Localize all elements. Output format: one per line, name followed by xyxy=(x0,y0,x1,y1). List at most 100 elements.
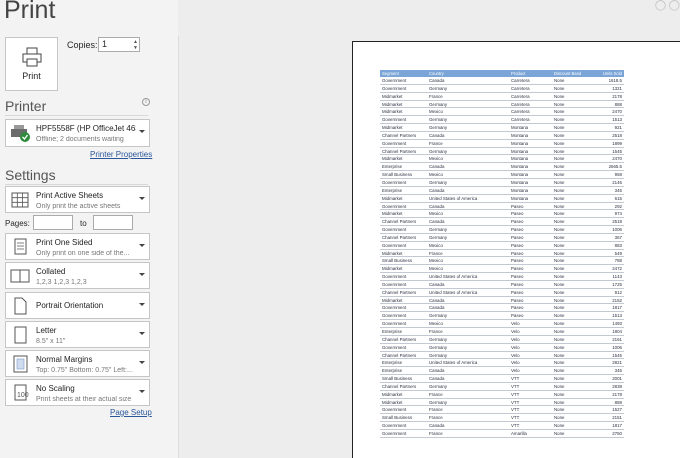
cell-product: Paseo xyxy=(511,219,524,225)
collation-dropdown[interactable]: Collated 1,2,3 1,2,3 1,2,3 xyxy=(5,262,150,289)
pages-to-input[interactable] xyxy=(93,215,133,230)
page-setup-link[interactable]: Page Setup xyxy=(110,408,152,417)
print-button[interactable]: Print xyxy=(5,37,58,91)
info-icon[interactable]: i xyxy=(142,98,150,106)
cell-product: Velo xyxy=(511,321,520,327)
copies-spinner-icon[interactable]: ▲ ▼ xyxy=(133,39,138,51)
window-controls-icon[interactable]: ◯ ◯ xyxy=(655,0,680,11)
table-row: Midmarket France VTT None 2178 xyxy=(380,391,624,399)
cell-country: France xyxy=(429,140,443,146)
cell-segment: Government xyxy=(382,313,407,319)
one-sided-page-icon xyxy=(9,237,31,257)
cell-discount-band: None xyxy=(554,281,565,287)
cell-segment: Midmarket xyxy=(382,266,403,272)
cell-country: Mexico xyxy=(429,321,443,327)
cell-country: Mexico xyxy=(429,109,443,115)
cell-segment: Midmarket xyxy=(382,391,403,397)
orientation-dropdown[interactable]: Portrait Orientation xyxy=(5,292,150,319)
cell-product: Carretera xyxy=(511,117,530,123)
table-row: Government Canada Paseo None 1817 xyxy=(380,304,624,313)
header-country: Country xyxy=(429,71,444,76)
cell-country: Canada xyxy=(429,203,445,209)
cell-discount-band: None xyxy=(554,203,565,209)
cell-discount-band: None xyxy=(554,179,565,185)
cell-segment: Channel Partners xyxy=(382,219,417,225)
chevron-down-icon xyxy=(139,332,145,335)
cell-product: Paseo xyxy=(511,258,524,264)
cell-product: Velo xyxy=(511,329,520,334)
header-product: Product xyxy=(511,71,526,76)
cell-units-sold: 1545 xyxy=(612,148,622,154)
cell-discount-band: None xyxy=(554,383,565,389)
printer-dropdown[interactable]: HPF5558F (HP OfficeJet 463... Offline; 2… xyxy=(5,119,150,147)
cell-segment: Government xyxy=(382,423,407,429)
cell-units-sold: 1817 xyxy=(612,423,622,429)
cell-units-sold: 2518 xyxy=(612,219,622,225)
cell-product: Montana xyxy=(511,156,529,162)
cell-units-sold: 292 xyxy=(614,203,622,209)
cell-country: Mexico xyxy=(429,242,443,248)
print-button-label: Print xyxy=(22,71,41,81)
pages-from-input[interactable] xyxy=(33,215,73,230)
cell-units-sold: 1143 xyxy=(612,274,622,280)
cell-segment: Channel Partners xyxy=(382,148,417,154)
cell-segment: Channel Partners xyxy=(382,234,417,240)
table-row: Government France VTT None 1527 xyxy=(380,406,624,415)
table-row: Midmarket Mexico Paseo None 974 xyxy=(380,210,624,219)
table-row: Government Canada Paseo None 1725 xyxy=(380,281,624,289)
cell-discount-band: None xyxy=(554,368,565,374)
cell-discount-band: None xyxy=(554,423,565,429)
cell-product: Carretera xyxy=(511,101,530,107)
table-row: Midmarket Germany Carretera None 888 xyxy=(380,101,624,109)
paper-size-dropdown[interactable]: Letter 8.5" x 11" xyxy=(5,321,150,348)
setting-subtitle-print-what: Only print the active sheets xyxy=(36,203,121,210)
cell-country: Canada xyxy=(429,164,445,170)
pages-to-label: to xyxy=(80,219,87,228)
table-row: Channel Partners Germany Paseo None 367 xyxy=(380,234,624,242)
setting-title-sides: Print One Sided xyxy=(36,238,93,247)
cell-country: Germany xyxy=(429,336,448,342)
copies-label: Copies: xyxy=(67,40,98,50)
setting-title-margins: Normal Margins xyxy=(36,355,93,364)
cell-units-sold: 788 xyxy=(614,258,622,264)
scaling-dropdown[interactable]: 100 No Scaling Print sheets at their act… xyxy=(5,379,150,406)
cell-segment: Small Business xyxy=(382,376,413,382)
cell-country: Canada xyxy=(429,376,445,382)
table-row: Midmarket France Carretera None 2178 xyxy=(380,93,624,101)
cell-product: Paseo xyxy=(511,242,524,248)
cell-country: France xyxy=(429,430,443,436)
table-row: Channel Partners Germany Velo None 2161 xyxy=(380,336,624,344)
cell-product: Montana xyxy=(511,172,529,178)
chevron-down-icon xyxy=(139,361,145,364)
printer-properties-link[interactable]: Printer Properties xyxy=(90,150,152,159)
cell-product: VTT xyxy=(511,391,520,397)
cell-country: Canada xyxy=(429,423,445,429)
cell-units-sold: 2151 xyxy=(612,415,622,421)
cell-units-sold: 1804 xyxy=(612,329,622,334)
cell-segment: Enterprise xyxy=(382,360,403,366)
cell-segment: Enterprise xyxy=(382,368,403,374)
cell-product: Montana xyxy=(511,125,529,131)
cell-units-sold: 2178 xyxy=(612,391,622,397)
cell-product: Paseo xyxy=(511,211,524,217)
header-segment: Segment xyxy=(382,71,399,76)
margins-dropdown[interactable]: Normal Margins Top: 0.75" Bottom: 0.75" … xyxy=(5,350,150,377)
cell-units-sold: 1527 xyxy=(612,407,622,413)
cell-country: United States of America xyxy=(429,289,478,295)
cell-segment: Midmarket xyxy=(382,211,403,217)
cell-product: Carretera xyxy=(511,78,530,83)
cell-product: Montana xyxy=(511,148,529,154)
cell-discount-band: None xyxy=(554,93,565,99)
cell-country: United States of America xyxy=(429,274,478,280)
cell-segment: Midmarket xyxy=(382,250,403,256)
copies-input[interactable]: 1 ▲ ▼ xyxy=(98,37,140,52)
header-discount-band: Discount Band xyxy=(554,71,582,76)
cell-discount-band: None xyxy=(554,242,565,248)
print-what-dropdown[interactable]: Print Active Sheets Only print the activ… xyxy=(5,186,150,213)
cell-discount-band: None xyxy=(554,172,565,178)
cell-country: Canada xyxy=(429,368,445,374)
setting-subtitle-sides: Only print on one side of the... xyxy=(36,250,130,257)
cell-discount-band: None xyxy=(554,227,565,233)
printer-status: Offline; 2 documents waiting xyxy=(36,136,124,143)
sides-dropdown[interactable]: Print One Sided Only print on one side o… xyxy=(5,233,150,260)
